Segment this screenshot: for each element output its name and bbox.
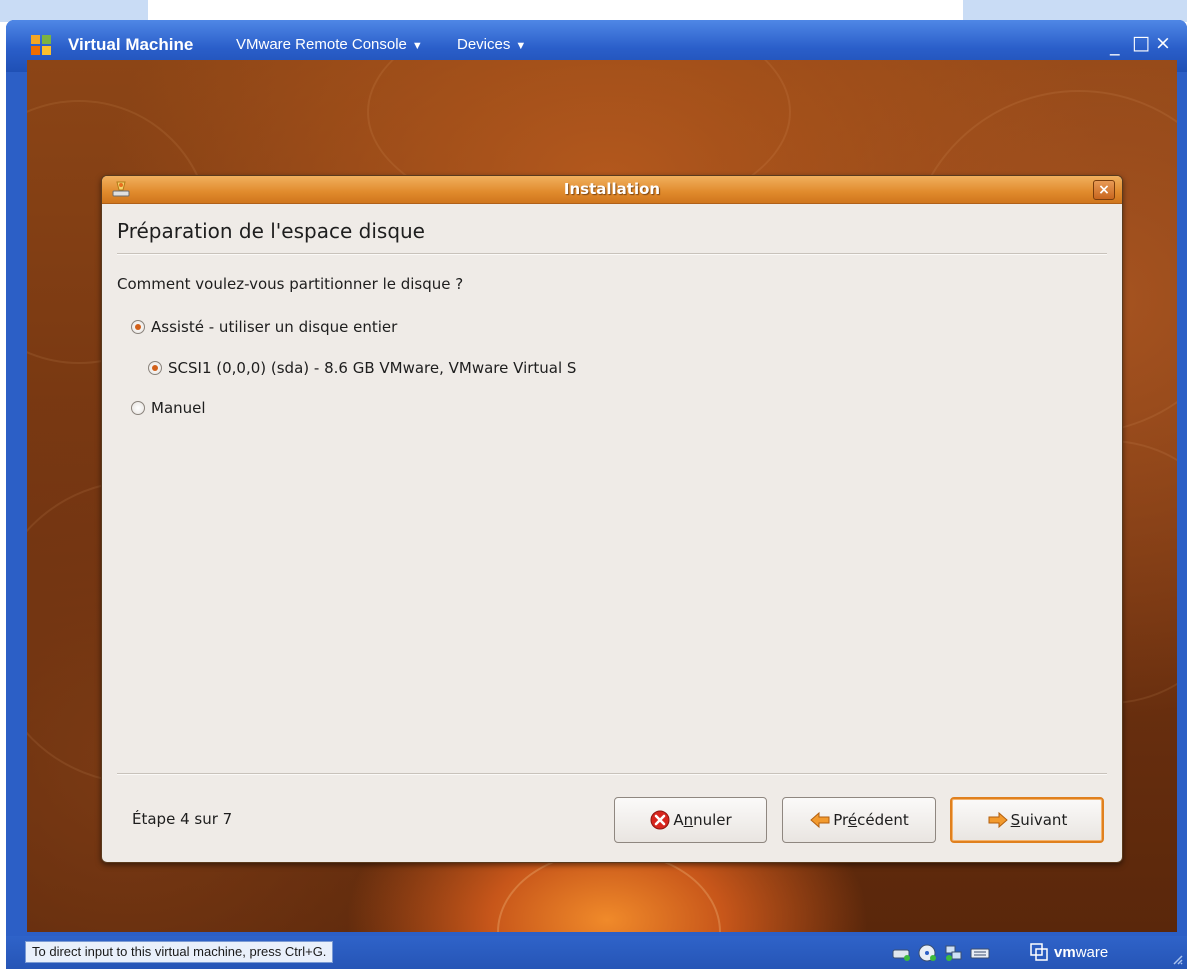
maximize-button[interactable]: □ — [1132, 32, 1150, 54]
dialog-titlebar[interactable]: Installation × — [102, 176, 1122, 204]
divider — [117, 773, 1107, 775]
vm-window-title: Virtual Machine — [68, 35, 194, 54]
menu-label: Devices — [457, 36, 511, 53]
option-disk-scsi1[interactable]: SCSI1 (0,0,0) (sda) - 8.6 GB VMware, VMw… — [148, 359, 576, 377]
vmware-logo-icon — [1030, 943, 1048, 961]
menu-devices[interactable]: Devices ▼ — [457, 36, 526, 53]
arrow-right-icon — [988, 811, 1008, 829]
next-button[interactable]: Suivant — [950, 797, 1104, 843]
vmware-logo: vmware — [1030, 943, 1108, 961]
cd-rom-icon[interactable] — [918, 944, 938, 962]
background-strip-left — [0, 0, 148, 22]
cancel-icon — [650, 810, 670, 830]
arrow-left-icon — [810, 811, 830, 829]
dialog-title: Installation — [563, 180, 661, 198]
radio-button[interactable] — [131, 320, 145, 334]
vmware-logo-text: vmware — [1054, 943, 1109, 961]
option-manual[interactable]: Manuel — [131, 399, 206, 417]
page-title: Préparation de l'espace disque — [117, 219, 425, 243]
option-label: SCSI1 (0,0,0) (sda) - 8.6 GB VMware, VMw… — [168, 359, 577, 377]
cancel-label: Annuler — [673, 811, 732, 829]
chevron-down-icon: ▼ — [515, 40, 527, 52]
cancel-button[interactable]: Annuler — [614, 797, 767, 843]
back-button[interactable]: Précédent — [782, 797, 936, 843]
dialog-close-button[interactable]: × — [1093, 180, 1115, 200]
option-guided-entire-disk[interactable]: Assisté - utiliser un disque entier — [131, 318, 397, 336]
chevron-down-icon: ▼ — [411, 40, 423, 52]
close-button[interactable]: × — [1155, 32, 1171, 54]
device-icons — [892, 944, 990, 962]
step-indicator: Étape 4 sur 7 — [132, 810, 233, 828]
keyboard-icon[interactable] — [970, 944, 990, 962]
menu-label: VMware Remote Console — [236, 36, 407, 53]
status-message: To direct input to this virtual machine,… — [25, 941, 334, 963]
background-strip-right — [963, 0, 1187, 22]
menu-vmware-remote-console[interactable]: VMware Remote Console ▼ — [236, 36, 423, 53]
network-icon[interactable] — [944, 944, 964, 962]
partition-question: Comment voulez-vous partitionner le disq… — [117, 275, 464, 293]
resize-grip-icon[interactable] — [1171, 953, 1183, 965]
minimize-button[interactable]: _ — [1110, 34, 1120, 56]
hard-disk-icon[interactable] — [892, 944, 912, 962]
option-label: Assisté - utiliser un disque entier — [151, 318, 398, 336]
radio-button[interactable] — [131, 401, 145, 415]
option-label: Manuel — [151, 399, 206, 417]
divider — [117, 253, 1107, 255]
vmware-app-icon — [31, 35, 51, 55]
next-label: Suivant — [1010, 811, 1068, 829]
installation-dialog: Installation × Préparation de l'espace d… — [101, 175, 1123, 863]
back-label: Précédent — [833, 811, 909, 829]
radio-button[interactable] — [148, 361, 162, 375]
